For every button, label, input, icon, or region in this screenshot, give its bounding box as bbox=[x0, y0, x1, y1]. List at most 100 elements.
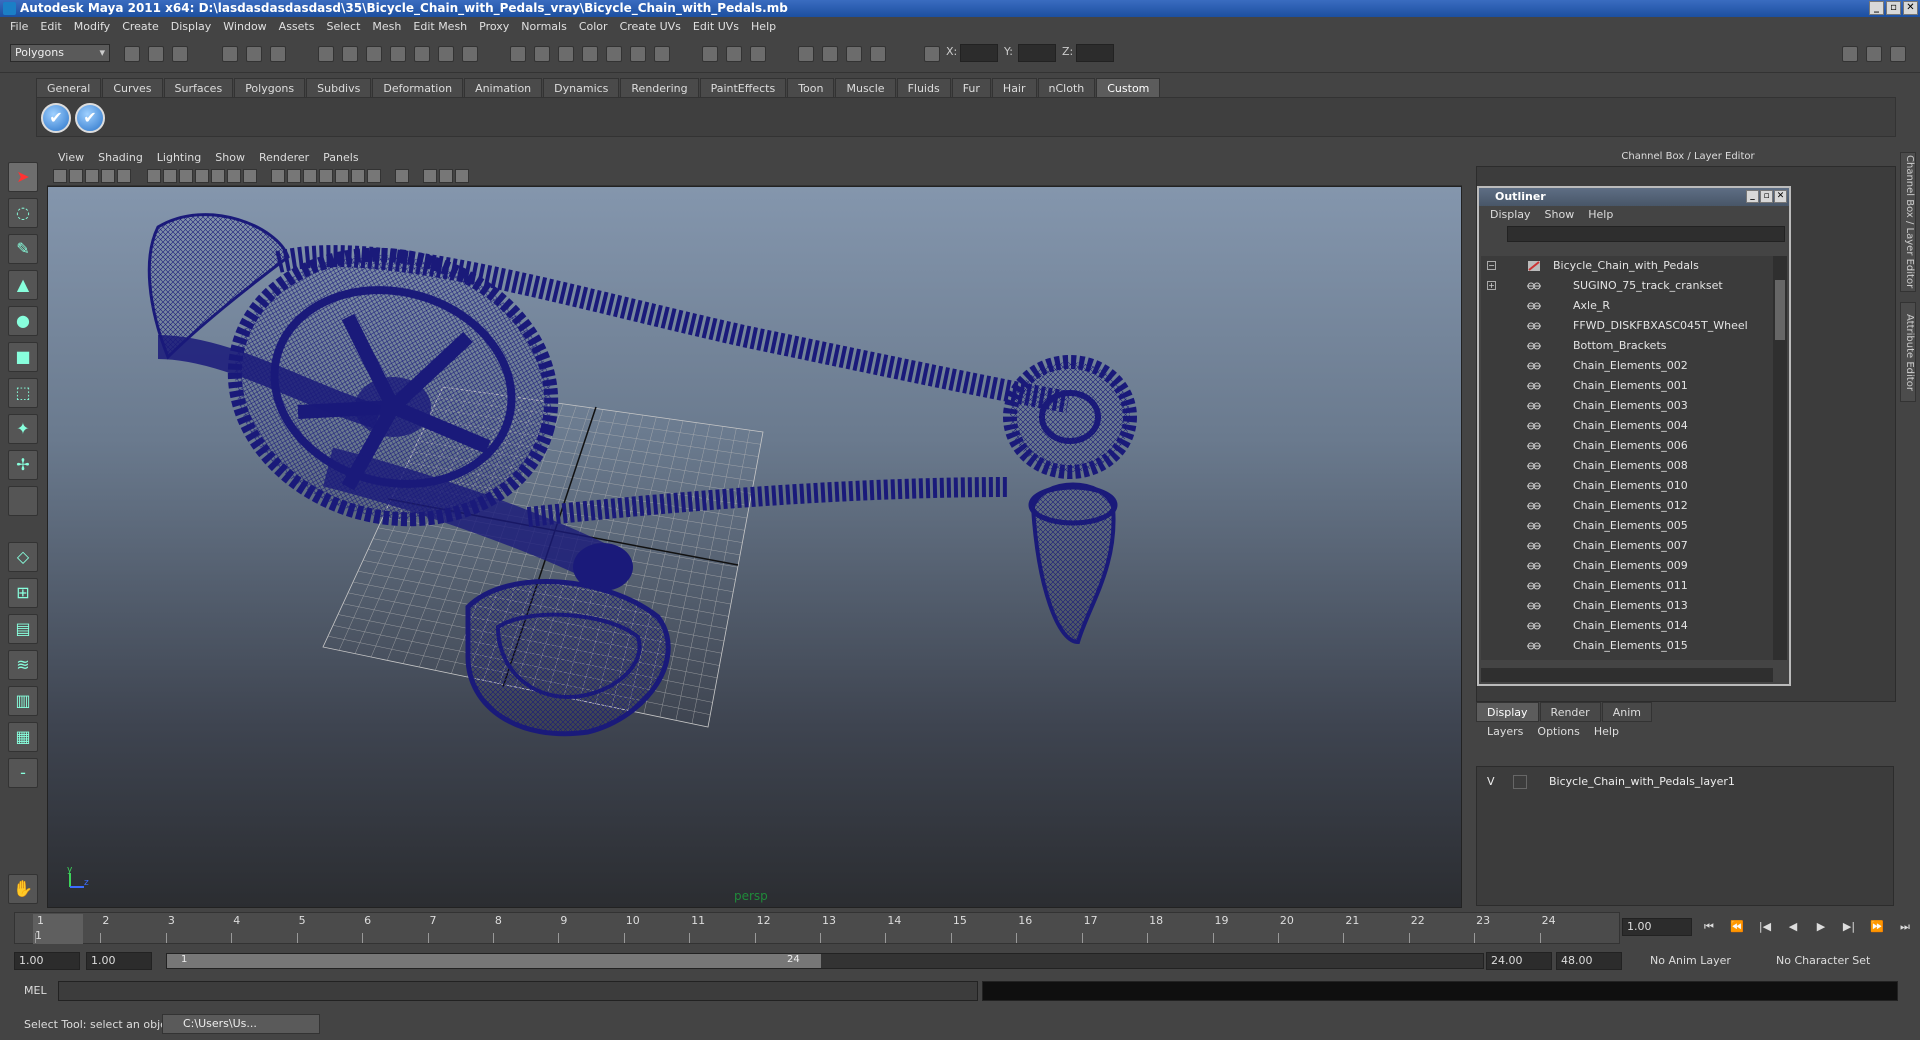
menu-edit-mesh[interactable]: Edit Mesh bbox=[407, 17, 473, 36]
graph-icon[interactable] bbox=[822, 46, 838, 62]
viewport-menu-view[interactable]: View bbox=[51, 149, 91, 166]
shelf-check-button-1[interactable]: ✔ bbox=[41, 103, 71, 133]
field-chart-icon[interactable] bbox=[211, 169, 225, 183]
persp-graph-hypershade-layout-icon[interactable]: ▦ bbox=[8, 722, 38, 752]
anim-layer-dropdown[interactable]: No Anim Layer bbox=[1650, 952, 1760, 970]
play-forward-button[interactable]: ▶ bbox=[1810, 918, 1832, 936]
outliner-item[interactable]: Chain_Elements_010 bbox=[1481, 476, 1773, 496]
mel-command-input[interactable] bbox=[58, 981, 978, 1001]
outliner-item[interactable]: Bottom_Brackets bbox=[1481, 336, 1773, 356]
save-scene-icon[interactable] bbox=[172, 46, 188, 62]
outliner-item[interactable]: Chain_Elements_014 bbox=[1481, 616, 1773, 636]
layout-dropdown-icon[interactable]: - bbox=[8, 758, 38, 788]
go-to-end-button[interactable]: ⏭ bbox=[1894, 918, 1916, 936]
menu-edit[interactable]: Edit bbox=[34, 17, 67, 36]
outliner-item[interactable]: Chain_Elements_003 bbox=[1481, 396, 1773, 416]
isolate-select-icon[interactable] bbox=[395, 169, 409, 183]
outliner-item[interactable]: Chain_Elements_001 bbox=[1481, 376, 1773, 396]
wireframe-on-shaded-icon[interactable] bbox=[303, 169, 317, 183]
camera-icon[interactable] bbox=[798, 46, 814, 62]
outliner-item[interactable]: + SUGINO_75_track_crankset bbox=[1481, 276, 1773, 296]
outliner-item[interactable]: Chain_Elements_002 bbox=[1481, 356, 1773, 376]
shelf-tab-subdivs[interactable]: Subdivs bbox=[306, 78, 372, 97]
four-view-layout-icon[interactable]: ⊞ bbox=[8, 578, 38, 608]
close-button[interactable]: ✕ bbox=[1903, 1, 1918, 15]
outliner-close-button[interactable]: ✕ bbox=[1774, 190, 1787, 203]
outliner-item[interactable]: Chain_Elements_009 bbox=[1481, 556, 1773, 576]
shelf-tab-fur[interactable]: Fur bbox=[951, 78, 991, 97]
snap-view-icon[interactable] bbox=[390, 46, 406, 62]
outliner-item[interactable]: Chain_Elements_012 bbox=[1481, 496, 1773, 516]
grid-toggle-icon[interactable] bbox=[147, 169, 161, 183]
maximize-button[interactable]: ▫ bbox=[1886, 1, 1901, 15]
script-editor-task-button[interactable]: C:\Users\Us... bbox=[162, 1014, 320, 1034]
grease-pencil-icon[interactable] bbox=[117, 169, 131, 183]
step-back-key-button[interactable]: ⏪ bbox=[1726, 918, 1748, 936]
layer-menu-options[interactable]: Options bbox=[1530, 722, 1586, 742]
select-hierarchy-icon[interactable] bbox=[222, 46, 238, 62]
render-settings-icon[interactable] bbox=[606, 46, 622, 62]
backface-culling-icon[interactable] bbox=[455, 169, 469, 183]
layer-row[interactable]: V Bicycle_Chain_with_Pedals_layer1 bbox=[1479, 773, 1891, 791]
image-plane-icon[interactable] bbox=[85, 169, 99, 183]
playback-start-field[interactable]: 1.00 bbox=[86, 952, 152, 970]
outliner-item[interactable]: FFWD_DISKFBXASC045T_Wheel bbox=[1481, 316, 1773, 336]
layout-icon[interactable] bbox=[1842, 46, 1858, 62]
outliner-title-bar[interactable]: Outliner _ ▫ ✕ bbox=[1479, 188, 1789, 206]
side-tab-channel-box[interactable]: Channel Box / Layer Editor bbox=[1900, 152, 1916, 292]
camera-attributes-icon[interactable] bbox=[53, 169, 67, 183]
hypershade-persp-layout-icon[interactable]: ▥ bbox=[8, 686, 38, 716]
mel-label[interactable]: MEL bbox=[24, 984, 47, 997]
new-scene-icon[interactable] bbox=[124, 46, 140, 62]
shelf-tab-rendering[interactable]: Rendering bbox=[620, 78, 699, 97]
render-view-icon[interactable] bbox=[654, 46, 670, 62]
rotate-tool-icon[interactable]: ● bbox=[8, 306, 38, 336]
shelf-tab-fluids[interactable]: Fluids bbox=[896, 78, 951, 97]
shelf-tab-toon[interactable]: Toon bbox=[787, 78, 835, 97]
use-all-lights-icon[interactable] bbox=[335, 169, 349, 183]
paint-select-tool-icon[interactable]: ✎ bbox=[8, 234, 38, 264]
persp-outliner-layout-icon[interactable]: ▤ bbox=[8, 614, 38, 644]
menu-help[interactable]: Help bbox=[745, 17, 782, 36]
camera-settings-icon[interactable] bbox=[870, 46, 886, 62]
shelf-tab-muscle[interactable]: Muscle bbox=[835, 78, 896, 97]
select-tool-icon[interactable]: ➤ bbox=[8, 162, 38, 192]
step-forward-frame-button[interactable]: ▶| bbox=[1838, 918, 1860, 936]
snap-point-icon[interactable] bbox=[366, 46, 382, 62]
step-back-frame-button[interactable]: |◀ bbox=[1754, 918, 1776, 936]
playback-end-field[interactable]: 24.00 bbox=[1486, 952, 1552, 970]
channel-box-toggle-icon[interactable] bbox=[750, 46, 766, 62]
resolution-gate-icon[interactable] bbox=[179, 169, 193, 183]
shelf-tab-surfaces[interactable]: Surfaces bbox=[163, 78, 234, 97]
outliner-vertical-scrollbar[interactable] bbox=[1773, 256, 1787, 660]
open-scene-icon[interactable] bbox=[148, 46, 164, 62]
safe-title-icon[interactable] bbox=[243, 169, 257, 183]
render-current-frame-icon[interactable] bbox=[558, 46, 574, 62]
xray-icon[interactable] bbox=[423, 169, 437, 183]
menu-create-uvs[interactable]: Create UVs bbox=[614, 17, 687, 36]
tool-settings-toggle-icon[interactable] bbox=[726, 46, 742, 62]
scale-tool-icon[interactable]: ■ bbox=[8, 342, 38, 372]
outliner-item[interactable]: Chain_Elements_013 bbox=[1481, 596, 1773, 616]
current-time-field[interactable]: 1.00 bbox=[1622, 918, 1692, 936]
go-to-start-button[interactable]: ⏮ bbox=[1698, 918, 1720, 936]
animation-start-field[interactable]: 1.00 bbox=[14, 952, 80, 970]
last-tool-icon[interactable] bbox=[8, 486, 38, 516]
view-2d-pan-icon[interactable] bbox=[101, 169, 115, 183]
outliner-menu-show[interactable]: Show bbox=[1538, 206, 1582, 224]
lock-icon[interactable] bbox=[510, 46, 526, 62]
smooth-shade-icon[interactable] bbox=[287, 169, 301, 183]
layer-tab-display[interactable]: Display bbox=[1476, 702, 1539, 722]
y-field[interactable] bbox=[1018, 44, 1056, 62]
side-tab-attribute-editor[interactable]: Attribute Editor bbox=[1900, 302, 1916, 402]
lasso-tool-icon[interactable]: ◌ bbox=[8, 198, 38, 228]
shelf-tab-painteffects[interactable]: PaintEffects bbox=[699, 78, 787, 97]
minimize-button[interactable]: _ bbox=[1869, 1, 1884, 15]
viewport-menu-panels[interactable]: Panels bbox=[316, 149, 365, 166]
outliner-item[interactable]: Chain_Elements_006 bbox=[1481, 436, 1773, 456]
hand-tool-icon[interactable]: ✋ bbox=[8, 874, 38, 904]
shelf-tab-general[interactable]: General bbox=[36, 78, 102, 97]
menu-create[interactable]: Create bbox=[116, 17, 165, 36]
layer-visibility-toggle[interactable]: V bbox=[1487, 773, 1495, 791]
shelf-tab-hair[interactable]: Hair bbox=[991, 78, 1037, 97]
